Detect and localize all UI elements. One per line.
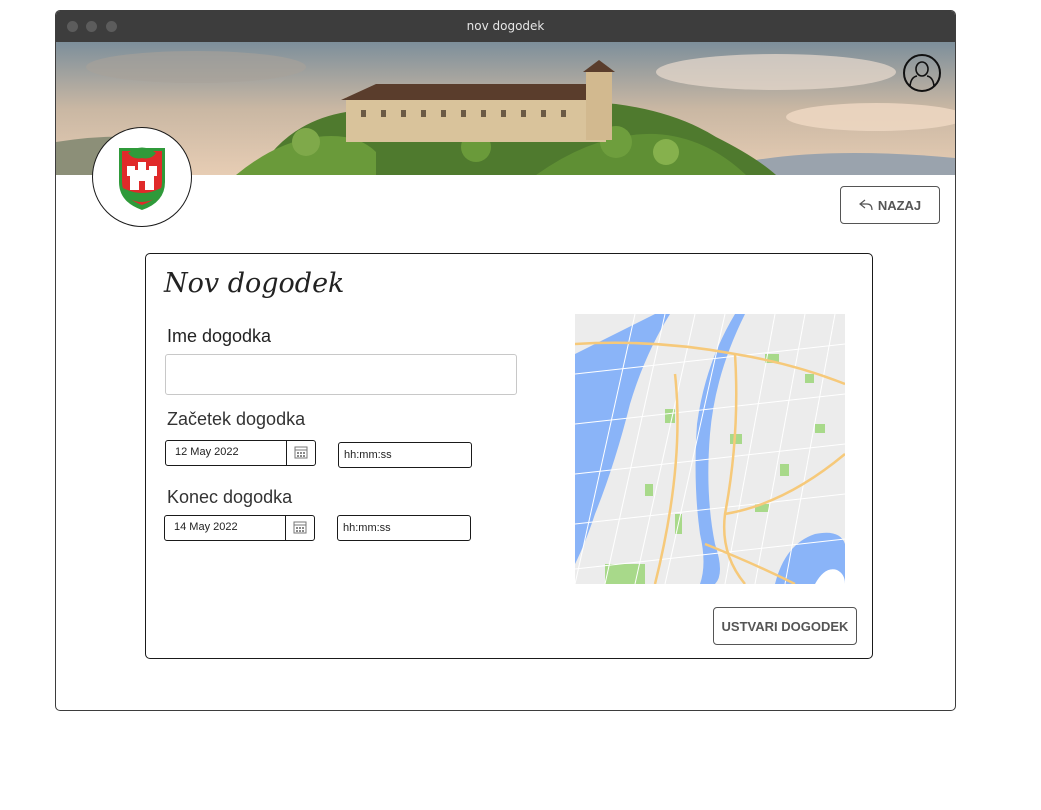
new-event-card: Nov dogodek Ime dogodka Začetek dogodka … — [145, 253, 873, 659]
start-time-input[interactable]: hh:mm:ss — [338, 442, 472, 468]
reply-arrow-icon — [858, 199, 873, 211]
start-calendar-button[interactable] — [286, 441, 315, 465]
user-avatar-icon[interactable] — [903, 54, 941, 92]
event-name-label: Ime dogodka — [167, 326, 272, 346]
window-title: nov dogodek — [466, 19, 545, 33]
start-time-value: hh:mm:ss — [344, 449, 392, 461]
location-map[interactable] — [575, 314, 845, 584]
calendar-icon — [294, 446, 308, 459]
event-name-input[interactable] — [165, 354, 517, 395]
end-calendar-button[interactable] — [285, 516, 314, 540]
coat-of-arms-logo — [92, 127, 192, 227]
start-date-value: 12 May 2022 — [175, 446, 239, 458]
end-date-picker[interactable]: 14 May 2022 — [164, 515, 315, 541]
page-title: Nov dogodek — [164, 268, 345, 299]
back-button[interactable]: NAZAJ — [840, 186, 940, 224]
end-time-input[interactable]: hh:mm:ss — [337, 515, 471, 541]
end-date-value: 14 May 2022 — [174, 521, 238, 533]
end-time-value: hh:mm:ss — [343, 522, 391, 534]
create-event-button[interactable]: USTVARI DOGODEK — [713, 607, 857, 645]
start-date-picker[interactable]: 12 May 2022 — [165, 440, 316, 466]
app-window: nov dogodek NAZAJ Nov dogodek Ime dogodk… — [55, 10, 956, 711]
calendar-icon — [293, 521, 307, 534]
back-button-label: NAZAJ — [877, 197, 922, 213]
start-label: Začetek dogodka — [167, 409, 306, 429]
end-label: Konec dogodka — [167, 487, 293, 507]
title-bar: nov dogodek — [56, 11, 955, 42]
